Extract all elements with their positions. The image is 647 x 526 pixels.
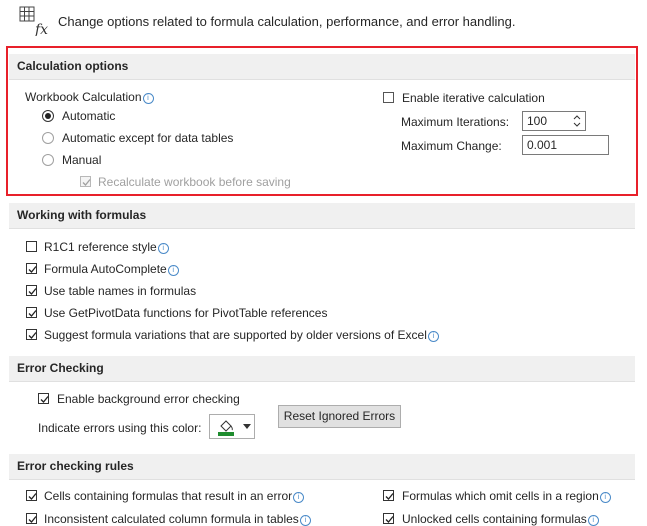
svg-text:fx: fx [34, 22, 48, 36]
table-names-checkbox[interactable] [26, 285, 37, 296]
inconsistent-formula-label[interactable]: Inconsistent calculated column formula i… [44, 512, 311, 526]
autocomplete-label[interactable]: Formula AutoComplete i [44, 262, 179, 276]
error-color-picker[interactable] [209, 414, 255, 439]
error-checking-header: Error Checking [9, 356, 635, 382]
unlocked-cells-label[interactable]: Unlocked cells containing formulas i [402, 512, 599, 526]
unlocked-cells-checkbox[interactable] [383, 513, 394, 524]
paint-bucket-icon [218, 420, 234, 436]
chevron-down-icon [243, 424, 251, 429]
cells-formulas-error-label[interactable]: Cells containing formulas that result in… [44, 489, 305, 503]
section-title: Error Checking [17, 361, 104, 375]
r1c1-checkbox[interactable] [26, 241, 37, 252]
formula-options-icon: fx [19, 6, 48, 36]
section-title: Error checking rules [17, 459, 134, 473]
page-description: Change options related to formula calcul… [58, 14, 516, 29]
suggest-variations-label[interactable]: Suggest formula variations that are supp… [44, 328, 439, 342]
cells-formulas-error-checkbox[interactable] [26, 490, 37, 501]
background-error-label[interactable]: Enable background error checking [57, 392, 240, 406]
section-title: Working with formulas [17, 208, 147, 222]
info-icon: i [167, 265, 179, 276]
omit-cells-label[interactable]: Formulas which omit cells in a region i [402, 489, 611, 503]
info-icon: i [427, 331, 439, 342]
info-icon: i [293, 492, 305, 503]
working-with-formulas-header: Working with formulas [9, 203, 635, 229]
background-error-checkbox[interactable] [38, 393, 49, 404]
omit-cells-checkbox[interactable] [383, 490, 394, 501]
info-icon: i [157, 243, 169, 254]
indicate-errors-label: Indicate errors using this color: [38, 421, 202, 435]
highlight-frame [6, 46, 638, 196]
table-names-label[interactable]: Use table names in formulas [44, 284, 196, 298]
suggest-variations-checkbox[interactable] [26, 329, 37, 340]
getpivotdata-checkbox[interactable] [26, 307, 37, 318]
inconsistent-formula-checkbox[interactable] [26, 513, 37, 524]
info-icon: i [599, 492, 611, 503]
error-checking-rules-header: Error checking rules [9, 454, 635, 480]
r1c1-label[interactable]: R1C1 reference style i [44, 240, 169, 254]
getpivotdata-label[interactable]: Use GetPivotData functions for PivotTabl… [44, 306, 327, 320]
reset-ignored-errors-button[interactable]: Reset Ignored Errors [278, 405, 401, 428]
autocomplete-checkbox[interactable] [26, 263, 37, 274]
